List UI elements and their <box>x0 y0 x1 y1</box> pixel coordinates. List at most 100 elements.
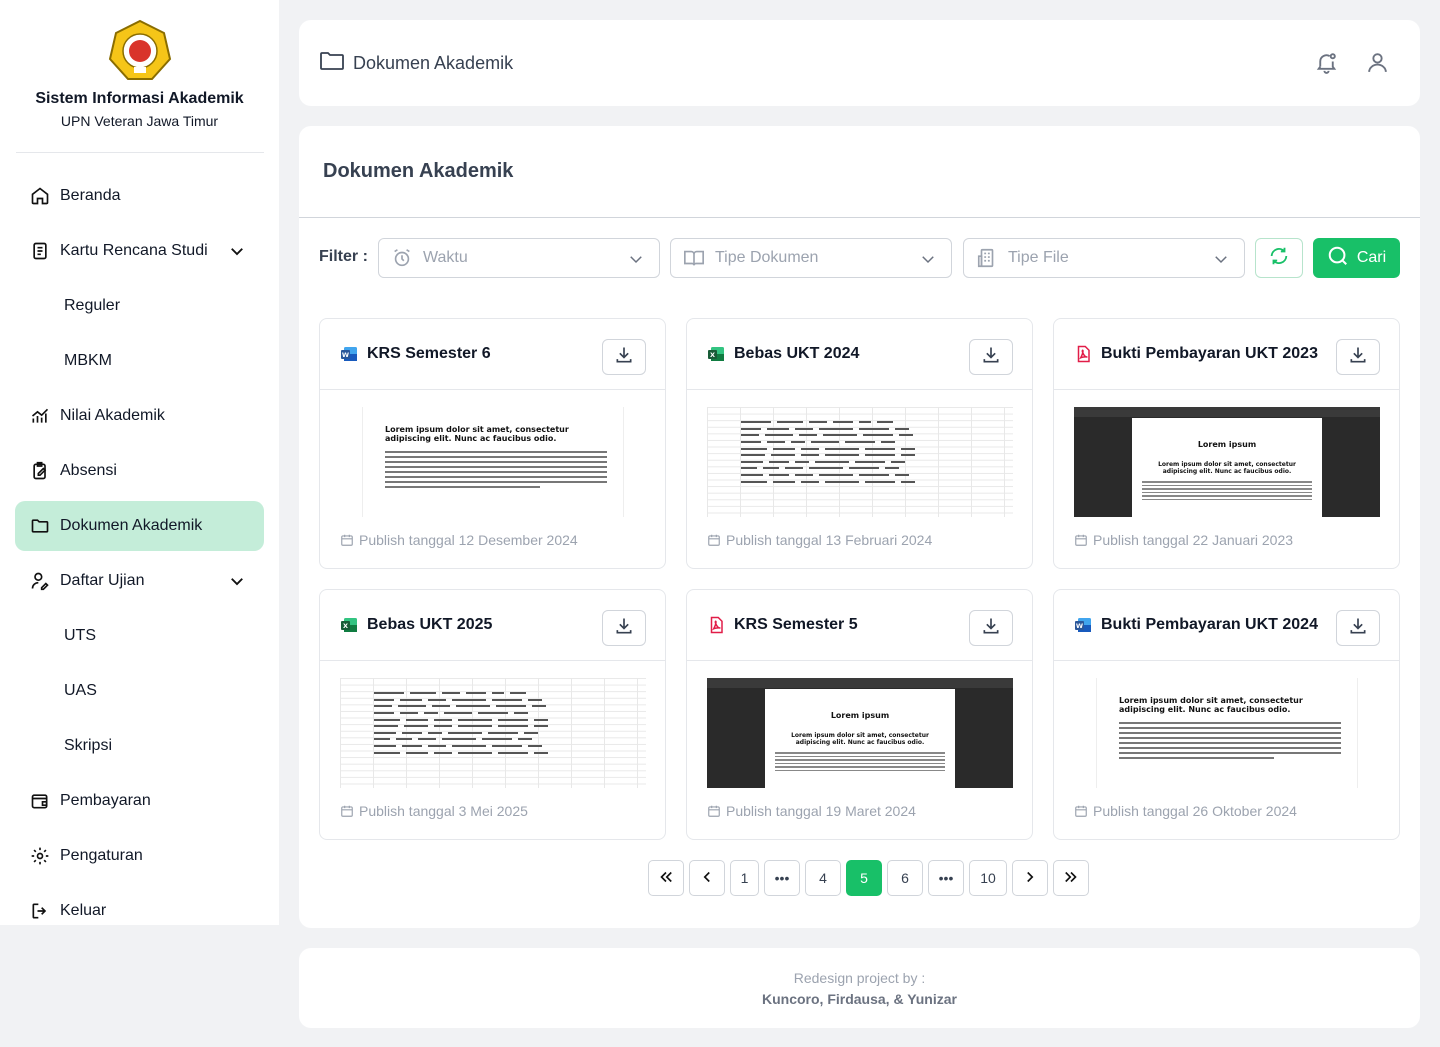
document-card: Bukti Pembayaran UKT 2023 Lorem ipsum Lo… <box>1053 318 1400 569</box>
footer-credit-label: Redesign project by : <box>793 970 926 986</box>
preview-subheading: Lorem ipsum dolor sit amet, consectetur … <box>1158 461 1296 475</box>
download-button[interactable] <box>969 339 1013 375</box>
download-button[interactable] <box>1336 339 1380 375</box>
sidebar-item-label: Pengaturan <box>60 847 143 864</box>
user-profile-icon[interactable] <box>1365 50 1390 75</box>
home-icon <box>30 186 50 206</box>
filter-tipe-file-select[interactable]: Tipe File <box>963 238 1245 278</box>
document-date: Publish tanggal 3 Mei 2025 <box>340 803 528 819</box>
document-date: Publish tanggal 22 Januari 2023 <box>1074 532 1293 548</box>
filter-waktu-select[interactable]: Waktu <box>378 238 660 278</box>
document-preview[interactable]: Lorem ipsum dolor sit amet, consectetur … <box>340 407 646 517</box>
filter-label: Filter : <box>319 248 368 265</box>
document-date: Publish tanggal 12 Desember 2024 <box>340 532 578 548</box>
page-button-10[interactable]: 10 <box>969 860 1007 896</box>
excel-file-icon: X <box>707 345 725 363</box>
filter-tipe-dokumen-select[interactable]: Tipe Dokumen <box>670 238 952 278</box>
folder-icon <box>319 49 345 78</box>
document-title: Bebas UKT 2025 <box>367 616 493 633</box>
last-page-button[interactable] <box>1053 860 1089 896</box>
download-button[interactable] <box>969 610 1013 646</box>
download-button[interactable] <box>602 610 646 646</box>
sidebar-item-label: Absensi <box>60 462 117 479</box>
sidebar-item-label: Kartu Rencana Studi <box>60 242 208 259</box>
page-title: Dokumen Akademik <box>323 160 514 182</box>
sidebar-item-label: Dokumen Akademik <box>60 517 203 534</box>
document-preview[interactable]: Lorem ipsum Lorem ipsum dolor sit amet, … <box>707 678 1013 788</box>
document-preview[interactable] <box>340 678 646 788</box>
document-date-text: Publish tanggal 13 Februari 2024 <box>726 532 933 548</box>
sidebar-item-beranda[interactable]: Beranda <box>15 171 264 221</box>
first-page-button[interactable] <box>648 860 684 896</box>
next-page-button[interactable] <box>1012 860 1048 896</box>
page-button-4[interactable]: 4 <box>805 860 841 896</box>
document-title: Bukti Pembayaran UKT 2024 <box>1101 616 1318 633</box>
search-button[interactable]: Cari <box>1313 238 1400 278</box>
reset-filter-button[interactable] <box>1255 238 1303 278</box>
svg-text:X: X <box>343 622 348 630</box>
sidebar-item-mbkm[interactable]: MBKM <box>15 336 264 386</box>
download-icon <box>614 616 634 641</box>
chevrons-left-icon <box>657 868 675 889</box>
sidebar-item-nilai-akademik[interactable]: Nilai Akademik <box>15 391 264 441</box>
sidebar-item-uts[interactable]: UTS <box>15 611 264 661</box>
sidebar-item-krs[interactable]: Kartu Rencana Studi <box>15 226 264 276</box>
document-card-header: X Bebas UKT 2025 <box>320 590 665 661</box>
sidebar-item-label: Skripsi <box>64 737 113 754</box>
download-button[interactable] <box>602 339 646 375</box>
calendar-icon <box>708 534 720 546</box>
document-preview[interactable]: Lorem ipsum dolor sit amet, consectetur … <box>1074 678 1380 788</box>
page-ellipsis[interactable]: ••• <box>764 860 800 896</box>
sidebar-item-dokumen-akademik[interactable]: Dokumen Akademik <box>15 501 264 551</box>
document-preview[interactable] <box>707 407 1013 517</box>
sidebar-item-absensi[interactable]: Absensi <box>15 446 264 496</box>
main-divider <box>299 217 1420 218</box>
refresh-icon <box>1268 245 1290 272</box>
sidebar-item-label: MBKM <box>64 352 112 369</box>
main-content: Dokumen Akademik Filter : Waktu Tipe Dok… <box>299 126 1420 928</box>
sidebar-item-daftar-ujian[interactable]: Daftar Ujian <box>15 556 264 606</box>
chevron-right-icon <box>1021 868 1039 889</box>
excel-file-icon: X <box>340 616 358 634</box>
chevron-down-icon <box>919 250 937 268</box>
chevron-down-icon <box>627 250 645 268</box>
sidebar-item-label: Daftar Ujian <box>60 572 145 589</box>
page-header: Dokumen Akademik <box>299 20 1420 106</box>
sidebar-item-reguler[interactable]: Reguler <box>15 281 264 331</box>
document-title: Bukti Pembayaran UKT 2023 <box>1101 345 1318 362</box>
page-ellipsis[interactable]: ••• <box>928 860 964 896</box>
preview-heading: Lorem ipsum <box>1197 440 1257 449</box>
document-card: W KRS Semester 6 Lorem ipsum dolor sit a… <box>319 318 666 569</box>
document-icon <box>30 241 50 261</box>
sidebar-item-pembayaran[interactable]: Pembayaran <box>15 776 264 826</box>
svg-text:X: X <box>710 351 715 359</box>
chevron-down-icon[interactable] <box>228 572 246 590</box>
sidebar-item-pengaturan[interactable]: Pengaturan <box>15 831 264 881</box>
book-open-icon <box>683 247 705 269</box>
sidebar-divider <box>16 152 264 153</box>
sidebar-item-uas[interactable]: UAS <box>15 666 264 716</box>
document-date: Publish tanggal 19 Maret 2024 <box>707 803 916 819</box>
notification-bell-icon[interactable] <box>1314 50 1339 75</box>
sidebar-item-label: Reguler <box>64 297 121 314</box>
footer: Redesign project by : Kuncoro, Firdausa,… <box>299 948 1420 1028</box>
page-button-1[interactable]: 1 <box>730 860 759 896</box>
chevron-down-icon[interactable] <box>228 242 246 260</box>
filter-tipe-file-value: Tipe File <box>1008 249 1069 266</box>
university-logo <box>108 19 172 81</box>
page-button-6[interactable]: 6 <box>887 860 923 896</box>
prev-page-button[interactable] <box>689 860 725 896</box>
calendar-icon <box>341 534 353 546</box>
calendar-icon <box>708 805 720 817</box>
download-button[interactable] <box>1336 610 1380 646</box>
sidebar-item-skripsi[interactable]: Skripsi <box>15 721 264 771</box>
folder-icon <box>30 516 50 536</box>
alarm-clock-icon <box>391 247 413 269</box>
document-preview[interactable]: Lorem ipsum Lorem ipsum dolor sit amet, … <box>1074 407 1380 517</box>
sidebar-item-keluar[interactable]: Keluar <box>15 886 264 936</box>
document-card: X Bebas UKT 2025 Publish tanggal 3 Mei 2… <box>319 589 666 840</box>
filter-waktu-value: Waktu <box>423 249 468 266</box>
preview-heading: Lorem ipsum <box>830 711 890 720</box>
page-button-5-current[interactable]: 5 <box>846 860 882 896</box>
sidebar-item-label: Pembayaran <box>60 792 151 809</box>
